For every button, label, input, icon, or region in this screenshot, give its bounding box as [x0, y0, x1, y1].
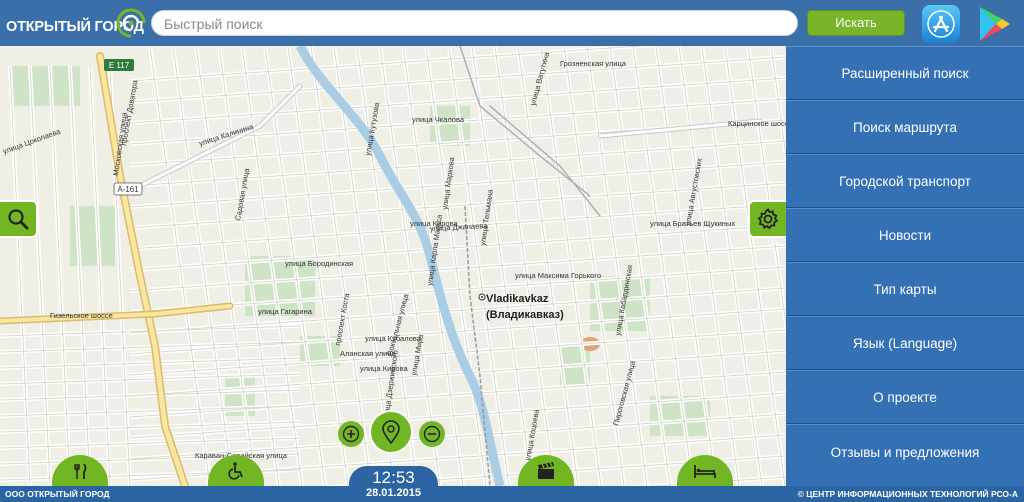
menu-news[interactable]: Новости: [786, 208, 1024, 262]
wheelchair-icon: [228, 462, 243, 480]
menu-language[interactable]: Язык (Language): [786, 316, 1024, 370]
svg-text:A-161: A-161: [117, 185, 139, 194]
locate-button[interactable]: [369, 410, 413, 454]
clock-date: 28.01.2015: [365, 487, 422, 499]
zoom-in-button[interactable]: [338, 421, 364, 447]
road-shield-a161: A-161: [113, 182, 143, 196]
map-search-button[interactable]: [0, 200, 38, 238]
footer-bar: ООО ОТКРЫТЫЙ ГОРОД © ЦЕНТР ИНФОРМАЦИОННЫ…: [0, 486, 1024, 502]
footer-copyright: © ЦЕНТР ИНФОРМАЦИОННЫХ ТЕХНОЛОГИЙ РСО-А: [797, 489, 1018, 499]
logo[interactable]: ОТКРЫТЫЙ ГОРОД: [6, 6, 146, 40]
street-label: Грозненская улица: [560, 59, 627, 68]
search-field[interactable]: [151, 10, 798, 37]
search-button[interactable]: Искать: [807, 10, 905, 36]
menu-map-type[interactable]: Тип карты: [786, 262, 1024, 316]
google-play-icon[interactable]: [974, 4, 1014, 44]
street-label: улица Бородинская: [285, 259, 353, 268]
street-label: улица Чкалова: [412, 115, 465, 124]
clapperboard-icon: [538, 462, 554, 479]
city-label-local: (Владикавказ): [486, 309, 564, 321]
logo-swirl-icon: [116, 8, 146, 38]
menu-route-search[interactable]: Поиск маршрута: [786, 100, 1024, 154]
street-label: улица Кирова: [360, 364, 409, 373]
footer-company: ООО ОТКРЫТЫЙ ГОРОД: [5, 489, 110, 499]
gear-icon: [757, 208, 779, 230]
menu-city-transport[interactable]: Городской транспорт: [786, 154, 1024, 208]
bed-icon: [694, 465, 716, 478]
street-label: Гизельское шоссе: [50, 311, 113, 320]
menu-feedback[interactable]: Отзывы и предложения: [786, 424, 1024, 480]
menu-advanced-search[interactable]: Расширенный поиск: [786, 46, 1024, 100]
magnifier-icon: [8, 209, 29, 230]
svg-text:E 117: E 117: [109, 61, 130, 70]
clock-time: 12:53: [372, 468, 415, 487]
road-shield-e117: E 117: [104, 59, 134, 71]
side-menu: Расширенный поиск Поиск маршрута Городск…: [786, 46, 1024, 486]
street-label: Карцинское шоссе: [728, 119, 786, 128]
street-label: улица Максима Горького: [515, 271, 601, 280]
clock-widget: 12:53 28.01.2015: [349, 466, 438, 502]
city-label: Vladikavkaz: [486, 293, 549, 305]
fork-knife-icon: [74, 463, 87, 479]
plus-icon: [342, 425, 360, 443]
app-store-icon[interactable]: [921, 4, 961, 44]
map-pin-icon: [382, 420, 400, 445]
header-bar: ОТКРЫТЫЙ ГОРОД Искать: [0, 0, 1024, 46]
menu-about[interactable]: О проекте: [786, 370, 1024, 424]
search-input[interactable]: [162, 11, 766, 37]
map-settings-button[interactable]: [748, 200, 786, 238]
zoom-out-button[interactable]: [419, 421, 445, 447]
minus-icon: [423, 425, 441, 443]
street-label: улица Гагарина: [258, 307, 313, 316]
